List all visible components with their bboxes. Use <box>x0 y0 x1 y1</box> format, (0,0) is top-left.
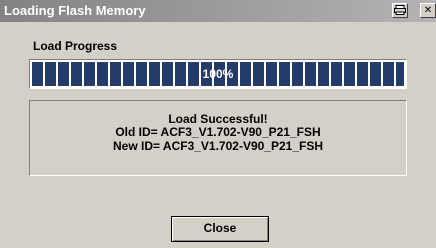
close-button[interactable]: Close <box>171 216 269 242</box>
new-id-text: New ID= ACF3_V1.702-V90_P21_FSH <box>113 139 323 153</box>
dialog-window: Loading Flash Memory ✕ Load Progress 100… <box>0 0 436 248</box>
old-id-text: Old ID= ACF3_V1.702-V90_P21_FSH <box>115 125 321 139</box>
status-message: Load Successful! <box>168 112 268 126</box>
progress-bar: 100% <box>29 59 407 89</box>
close-icon[interactable]: ✕ <box>420 3 436 18</box>
progress-fill: 100% <box>32 62 404 86</box>
window-title: Loading Flash Memory <box>4 3 146 18</box>
progress-percent: 100% <box>202 67 234 81</box>
message-box: Load Successful! Old ID= ACF3_V1.702-V90… <box>29 100 407 176</box>
title-bar[interactable]: Loading Flash Memory ✕ <box>0 0 436 22</box>
printer-icon[interactable] <box>392 3 408 18</box>
progress-label: Load Progress <box>33 39 118 53</box>
